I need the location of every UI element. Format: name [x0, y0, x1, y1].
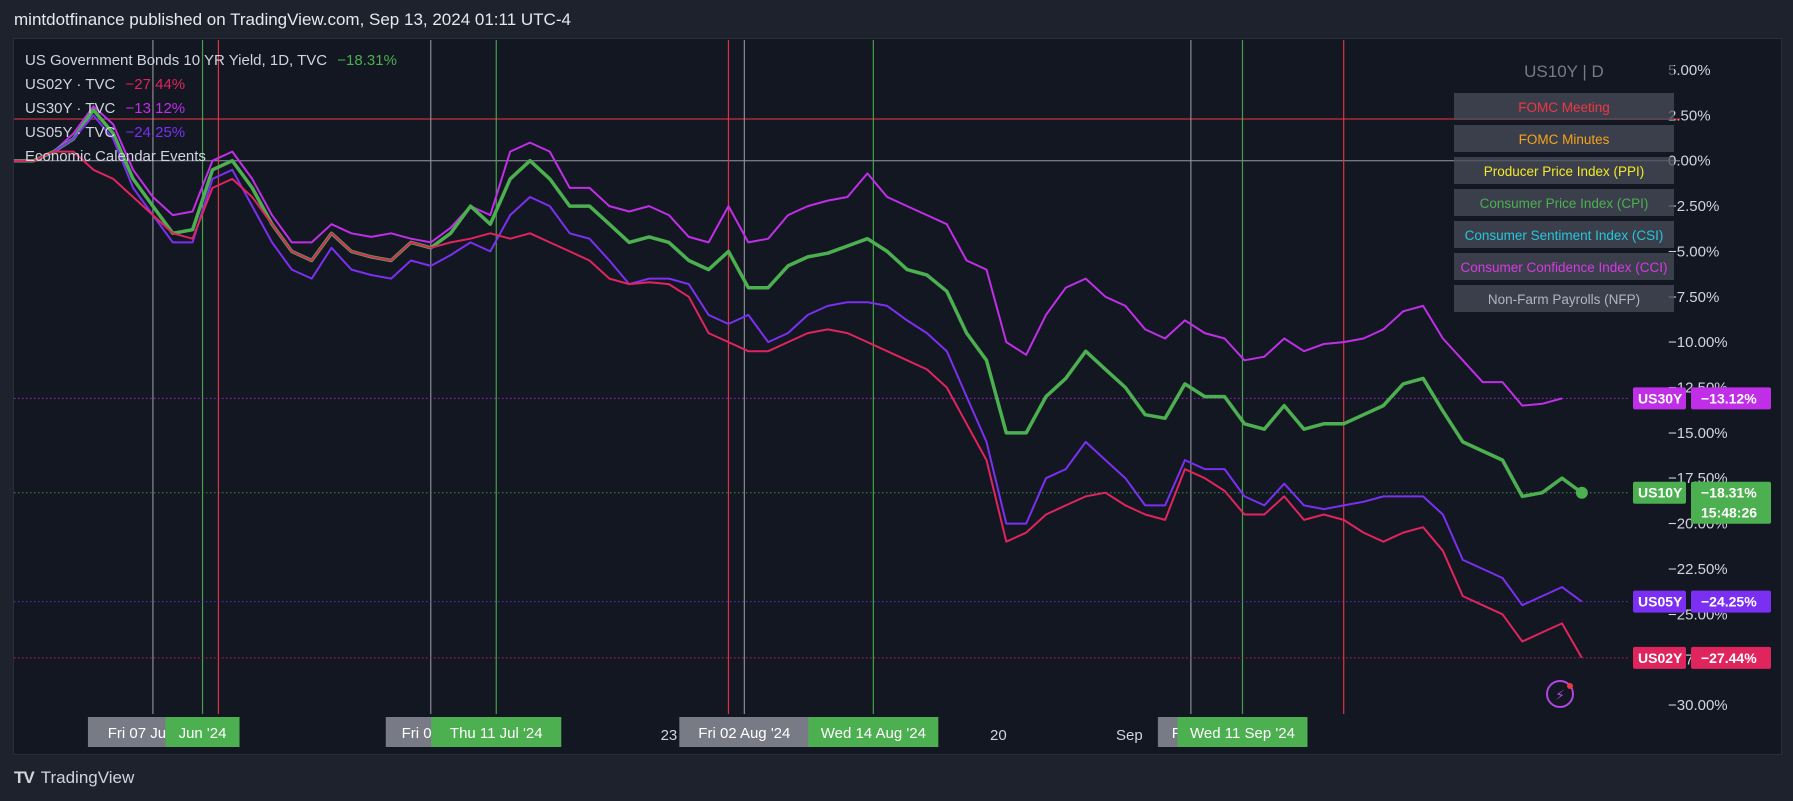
event-key-label: Producer Price Index (PPI)	[1484, 164, 1645, 179]
legend-item-value: −13.12%	[125, 100, 186, 117]
series-line-us05y[interactable]	[14, 114, 1583, 607]
event-key-label: Consumer Confidence Index (CCI)	[1460, 260, 1667, 275]
badge-name-text: US30Y	[1638, 390, 1683, 406]
legend-item-label: US30Y · TVC	[25, 100, 116, 117]
legend-item-us05y[interactable]: US05Y · TVC −24.25%	[25, 121, 397, 145]
legend-item-label: US02Y · TVC	[25, 76, 116, 93]
chart-legend: US Government Bonds 10 YR Yield, 1D, TVC…	[25, 49, 397, 169]
legend-main-title: US Government Bonds 10 YR Yield, 1D, TVC	[25, 52, 328, 69]
event-date-text: Thu 11 Jul '24	[450, 725, 543, 742]
badge-value-text: −18.31%	[1701, 485, 1757, 501]
legend-item-value: −24.25%	[125, 124, 186, 141]
y-tick-label: 2.50%	[1668, 107, 1711, 124]
y-tick-label: −2.50%	[1668, 198, 1719, 215]
legend-events-label: Economic Calendar Events	[25, 148, 206, 165]
badge-value-text: −27.44%	[1701, 650, 1757, 666]
event-date-text: Wed 14 Aug '24	[821, 725, 926, 742]
event-key-label: Non-Farm Payrolls (NFP)	[1488, 292, 1640, 307]
legend-main[interactable]: US Government Bonds 10 YR Yield, 1D, TVC…	[25, 49, 397, 73]
legend-item-us02y[interactable]: US02Y · TVC −27.44%	[25, 73, 397, 97]
legend-events[interactable]: Economic Calendar Events	[25, 145, 397, 169]
badge-value-text: −13.12%	[1701, 390, 1757, 406]
y-tick-label: −10.00%	[1668, 334, 1728, 351]
event-date-text: Wed 11 Sep '24	[1190, 725, 1295, 742]
x-tick-label: 23	[661, 727, 678, 744]
footer-brand[interactable]: TV TradingView	[14, 766, 134, 790]
y-tick-label: −5.00%	[1668, 243, 1719, 260]
event-key-label: Consumer Sentiment Index (CSI)	[1465, 228, 1664, 243]
event-date-text: Fri 02 Aug '24	[698, 725, 790, 742]
event-key-label: FOMC Minutes	[1519, 132, 1610, 147]
x-tick-label: Sep	[1116, 727, 1143, 744]
legend-item-label: US05Y · TVC	[25, 124, 116, 141]
legend-item-value: −27.44%	[125, 76, 186, 93]
tradingview-logo-icon: TV	[14, 768, 35, 787]
lightning-glyph: ⚡	[1555, 687, 1565, 703]
footer-brand-name: TradingView	[40, 768, 135, 787]
y-tick-label: −15.00%	[1668, 425, 1728, 442]
legend-item-us30y[interactable]: US30Y · TVC −13.12%	[25, 97, 397, 121]
last-price-dot	[1575, 486, 1588, 499]
x-tick-label: 20	[990, 727, 1007, 744]
y-tick-label: −7.50%	[1668, 289, 1719, 306]
y-tick-label: −30.00%	[1668, 697, 1728, 714]
legend-main-value: −18.31%	[337, 52, 397, 69]
event-date-text: Jun '24	[179, 725, 227, 742]
event-key-label: FOMC Meeting	[1518, 100, 1610, 115]
y-tick-label: −22.50%	[1668, 561, 1728, 578]
badge-name-text: US05Y	[1638, 594, 1683, 610]
event-key-label: Consumer Price Index (CPI)	[1480, 196, 1649, 211]
badge-value-text: −24.25%	[1701, 594, 1757, 610]
y-tick-label: 5.00%	[1668, 62, 1711, 79]
event-panel-title: US10Y | D	[1524, 62, 1604, 81]
series-line-us02y[interactable]	[14, 150, 1583, 659]
badge-countdown-text: 15:48:26	[1701, 505, 1757, 521]
notification-dot	[1567, 683, 1573, 689]
badge-name-text: US02Y	[1638, 650, 1683, 666]
badge-name-text: US10Y	[1638, 485, 1683, 501]
